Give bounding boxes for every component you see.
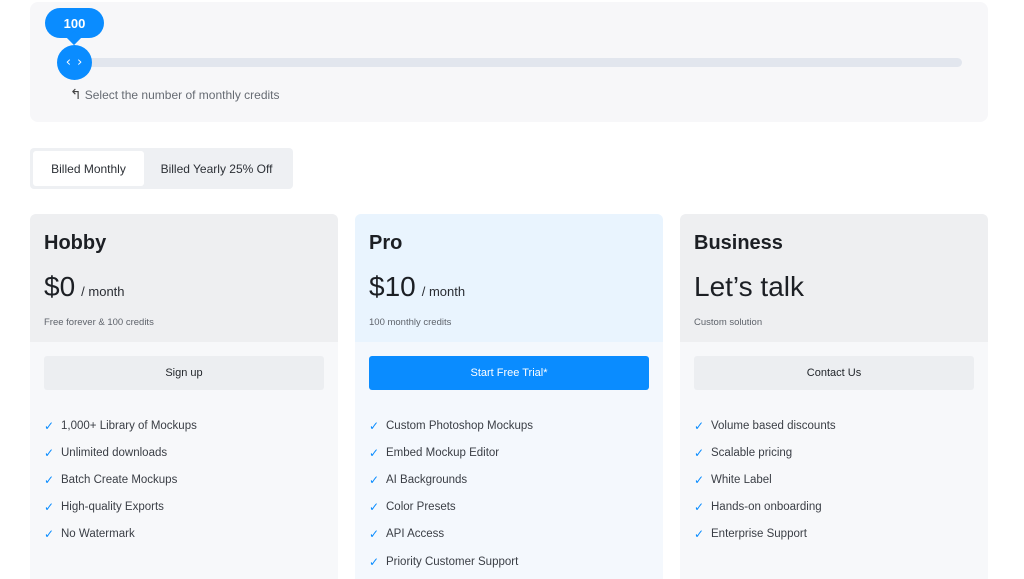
list-item: ✓ Custom Photoshop Mockups bbox=[369, 412, 649, 439]
plan-price: $0 bbox=[44, 271, 76, 302]
plan-name: Pro bbox=[369, 232, 403, 254]
feature-text: Custom Photoshop Mockups bbox=[386, 419, 534, 432]
check-icon: ✓ bbox=[44, 472, 55, 487]
check-icon: ✓ bbox=[44, 500, 55, 515]
plan-period: / month bbox=[421, 284, 466, 299]
list-item: ✓ Scalable pricing bbox=[694, 439, 974, 466]
plan-name: Business bbox=[694, 232, 783, 254]
slider-handle[interactable]: ‹ › bbox=[57, 45, 92, 80]
feature-text: Scalable pricing bbox=[711, 446, 793, 459]
plan-card-header: Business Let’s talk Custom solution bbox=[680, 214, 988, 342]
plan-price: Let’s talk bbox=[694, 271, 804, 302]
plan-card-hobby: Hobby $0 / month Free forever & 100 cred… bbox=[30, 214, 338, 579]
feature-text: API Access bbox=[386, 528, 445, 541]
plan-name: Hobby bbox=[44, 232, 107, 254]
feature-list: ✓ Volume based discounts ✓ Scalable pricin… bbox=[694, 412, 974, 548]
list-item: ✓ 1,000+ Library of Mockups bbox=[44, 412, 324, 439]
slider-value-tooltip: 100 bbox=[45, 8, 104, 38]
billing-monthly-button[interactable]: Billed Monthly bbox=[33, 151, 144, 186]
feature-text: 1,000+ Library of Mockups bbox=[61, 419, 197, 432]
slider-track[interactable] bbox=[74, 58, 962, 67]
plan-subtitle: 100 monthly credits bbox=[369, 317, 452, 328]
list-item: ✓ Enterprise Support bbox=[694, 521, 974, 548]
feature-text: AI Backgrounds bbox=[386, 473, 468, 486]
plan-card-header: Hobby $0 / month Free forever & 100 cred… bbox=[30, 214, 338, 342]
check-icon: ✓ bbox=[694, 472, 705, 487]
list-item: ✓ Color Presets bbox=[369, 494, 649, 521]
plan-card-pro: Pro $10 / month 100 monthly credits Star… bbox=[355, 214, 663, 579]
curved-arrow-icon: ↰ bbox=[70, 87, 82, 103]
list-item: ✓ Priority Customer Support bbox=[369, 548, 649, 575]
feature-text: White Label bbox=[711, 473, 772, 486]
plan-subtitle: Custom solution bbox=[694, 317, 763, 328]
plan-card-business: Business Let’s talk Custom solution Cont… bbox=[680, 214, 988, 579]
check-icon: ✓ bbox=[369, 418, 380, 433]
billing-toggle: Billed Monthly Billed Yearly 25% Off bbox=[30, 148, 293, 189]
feature-text: High-quality Exports bbox=[61, 501, 164, 514]
list-item: ✓ Unlimited downloads bbox=[44, 439, 324, 466]
feature-text: Hands-on onboarding bbox=[711, 501, 822, 514]
feature-text: Batch Create Mockups bbox=[61, 473, 178, 486]
check-icon: ✓ bbox=[369, 554, 380, 569]
check-icon: ✓ bbox=[369, 445, 380, 460]
check-icon: ✓ bbox=[44, 445, 55, 460]
feature-text: Volume based discounts bbox=[711, 419, 836, 432]
feature-list: ✓ Custom Photoshop Mockups ✓ Embed Mockup … bbox=[369, 412, 649, 575]
check-icon: ✓ bbox=[694, 445, 705, 460]
check-icon: ✓ bbox=[694, 418, 705, 433]
list-item: ✓ High-quality Exports bbox=[44, 494, 324, 521]
billing-yearly-button[interactable]: Billed Yearly 25% Off bbox=[144, 151, 289, 186]
sign-up-button[interactable]: Sign up bbox=[44, 356, 324, 390]
check-icon: ✓ bbox=[44, 418, 55, 433]
list-item: ✓ Batch Create Mockups bbox=[44, 466, 324, 493]
list-item: ✓ White Label bbox=[694, 466, 974, 493]
plan-period: / month bbox=[81, 284, 125, 299]
feature-text: Color Presets bbox=[386, 501, 456, 514]
list-item: ✓ Hands-on onboarding bbox=[694, 494, 974, 521]
feature-text: Unlimited downloads bbox=[61, 446, 168, 459]
feature-text: Enterprise Support bbox=[711, 528, 807, 541]
list-item: ✓ API Access bbox=[369, 521, 649, 548]
plan-card-header: Pro $10 / month 100 monthly credits bbox=[355, 214, 663, 342]
check-icon: ✓ bbox=[694, 500, 705, 515]
check-icon: ✓ bbox=[369, 500, 380, 515]
list-item: ✓ AI Backgrounds bbox=[369, 466, 649, 493]
plan-subtitle: Free forever & 100 credits bbox=[44, 317, 154, 328]
start-free-trial-button[interactable]: Start Free Trial* bbox=[369, 356, 649, 390]
list-item: ✓ Volume based discounts bbox=[694, 412, 974, 439]
check-icon: ✓ bbox=[44, 527, 55, 542]
check-icon: ✓ bbox=[694, 527, 705, 542]
slider-hint-text: Select the number of monthly credits bbox=[84, 88, 280, 102]
plan-price: $10 bbox=[369, 271, 416, 302]
feature-list: ✓ 1,000+ Library of Mockups ✓ Unlimited do… bbox=[44, 412, 324, 548]
feature-text: No Watermark bbox=[61, 528, 135, 541]
slider-hint: ↰ Select the number of monthly credits bbox=[70, 87, 280, 103]
contact-us-button[interactable]: Contact Us bbox=[694, 356, 974, 390]
list-item: ✓ No Watermark bbox=[44, 521, 324, 548]
list-item: ✓ Embed Mockup Editor bbox=[369, 439, 649, 466]
feature-text: Priority Customer Support bbox=[386, 555, 519, 568]
feature-text: Embed Mockup Editor bbox=[386, 446, 500, 459]
check-icon: ✓ bbox=[369, 527, 380, 542]
check-icon: ✓ bbox=[369, 472, 380, 487]
